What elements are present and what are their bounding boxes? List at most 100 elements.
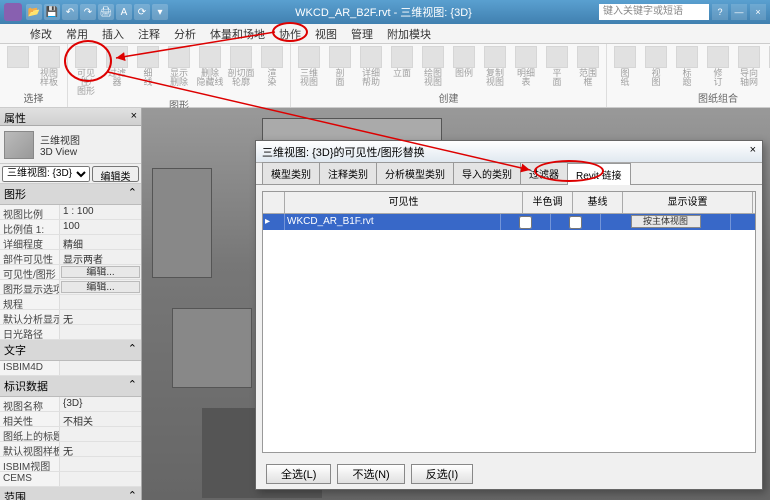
menu-8[interactable]: 管理 bbox=[351, 26, 373, 42]
prop-value[interactable] bbox=[60, 295, 141, 309]
ribbon-tool[interactable]: 可见性/图形 bbox=[72, 46, 100, 96]
prop-value[interactable]: 无 bbox=[60, 310, 141, 324]
dialog-tab[interactable]: 过滤器 bbox=[520, 162, 568, 184]
ribbon-tool[interactable]: 拼接线 bbox=[766, 46, 770, 87]
help-icon[interactable]: ? bbox=[712, 4, 728, 20]
prop-row[interactable]: 图形显示选项编辑... bbox=[0, 280, 141, 295]
prop-value[interactable]: 编辑... bbox=[61, 281, 140, 293]
dialog-tab[interactable]: Revit 链接 bbox=[567, 163, 631, 185]
prop-row[interactable]: 部件可见性显示两者 bbox=[0, 250, 141, 265]
ribbon-tool[interactable]: 明细表 bbox=[512, 46, 540, 87]
dialog-close-icon[interactable]: × bbox=[750, 144, 756, 159]
ribbon-tool[interactable]: 修订 bbox=[704, 46, 732, 87]
prop-value[interactable]: 显示两者 bbox=[60, 250, 141, 264]
prop-row[interactable]: 详细程度精细 bbox=[0, 235, 141, 250]
ribbon-tool[interactable]: 视图样板 bbox=[35, 46, 63, 87]
halftone-checkbox[interactable] bbox=[501, 214, 551, 230]
ribbon-tool[interactable]: 细线 bbox=[134, 46, 162, 87]
prop-value[interactable] bbox=[60, 361, 141, 375]
prop-row[interactable]: 图纸上的标题 bbox=[0, 427, 141, 442]
ribbon-tool[interactable]: 平面 bbox=[543, 46, 571, 87]
ribbon-tool[interactable]: 三维视图 bbox=[295, 46, 323, 87]
close-icon[interactable]: × bbox=[750, 4, 766, 20]
menu-7[interactable]: 视图 bbox=[315, 26, 337, 42]
ribbon-tool[interactable]: 图例 bbox=[450, 46, 478, 78]
menu-1[interactable]: 常用 bbox=[66, 26, 88, 42]
ribbon-tool[interactable]: 视图 bbox=[642, 46, 670, 87]
properties-close-icon[interactable]: × bbox=[131, 110, 137, 123]
qat-sync-icon[interactable]: ⟳ bbox=[134, 4, 150, 20]
prop-row[interactable]: 默认分析显示...无 bbox=[0, 310, 141, 325]
prop-row[interactable]: 比例值 1:100 bbox=[0, 220, 141, 235]
view-selector[interactable]: 三维视图: {3D} bbox=[2, 166, 90, 182]
qat-open-icon[interactable]: 📂 bbox=[26, 4, 42, 20]
qat-redo-icon[interactable]: ↷ bbox=[80, 4, 96, 20]
prop-row[interactable]: ISBIM视图 bbox=[0, 457, 141, 472]
qat-print-icon[interactable]: 🖨 bbox=[98, 4, 114, 20]
prop-value[interactable]: 精细 bbox=[60, 235, 141, 249]
ribbon-tool[interactable]: 图纸 bbox=[611, 46, 639, 87]
ribbon-tool[interactable] bbox=[4, 46, 32, 69]
grid-column-header[interactable]: 显示设置 bbox=[623, 192, 753, 213]
prop-value[interactable] bbox=[60, 457, 141, 471]
ribbon-tool[interactable]: 立面 bbox=[388, 46, 416, 78]
menu-5[interactable]: 体量和场地 bbox=[210, 26, 265, 42]
prop-value[interactable] bbox=[60, 325, 141, 339]
qat-letter-icon[interactable]: A bbox=[116, 4, 132, 20]
menu-2[interactable]: 插入 bbox=[102, 26, 124, 42]
prop-section-header[interactable]: 图形⌃ bbox=[0, 184, 141, 205]
prop-value[interactable]: 1 : 100 bbox=[60, 205, 141, 219]
dialog-tab[interactable]: 分析模型类别 bbox=[376, 162, 454, 184]
ribbon-tool[interactable]: 导向轴网 bbox=[735, 46, 763, 87]
prop-value[interactable]: 不相关 bbox=[60, 412, 141, 426]
app-logo[interactable] bbox=[4, 3, 22, 21]
prop-row[interactable]: 默认视图样板无 bbox=[0, 442, 141, 457]
minimize-icon[interactable]: — bbox=[731, 4, 747, 20]
properties-type-thumb[interactable]: 三维视图 3D View bbox=[0, 126, 141, 164]
prop-row[interactable]: 日光路径 bbox=[0, 325, 141, 340]
qat-undo-icon[interactable]: ↶ bbox=[62, 4, 78, 20]
select-none-button[interactable]: 不选(N) bbox=[337, 464, 404, 484]
prop-row[interactable]: CEMS bbox=[0, 472, 141, 487]
menu-6[interactable]: 协作 bbox=[279, 26, 301, 42]
ribbon-tool[interactable]: 标题 bbox=[673, 46, 701, 87]
prop-value[interactable]: 编辑... bbox=[61, 266, 140, 278]
ribbon-tool[interactable]: 复制视图 bbox=[481, 46, 509, 87]
qat-save-icon[interactable]: 💾 bbox=[44, 4, 60, 20]
dialog-tab[interactable]: 注释类别 bbox=[319, 162, 377, 184]
search-input[interactable]: 键入关键字或短语 bbox=[599, 4, 709, 20]
prop-row[interactable]: 规程 bbox=[0, 295, 141, 310]
select-all-button[interactable]: 全选(L) bbox=[266, 464, 331, 484]
prop-section-header[interactable]: 标识数据⌃ bbox=[0, 376, 141, 397]
prop-row[interactable]: 相关性不相关 bbox=[0, 412, 141, 427]
menu-9[interactable]: 附加模块 bbox=[387, 26, 431, 42]
prop-value[interactable]: 无 bbox=[60, 442, 141, 456]
menu-4[interactable]: 分析 bbox=[174, 26, 196, 42]
prop-value[interactable] bbox=[60, 427, 141, 441]
underlay-checkbox[interactable] bbox=[551, 214, 601, 230]
ribbon-tool[interactable]: 剖切面轮廓 bbox=[227, 46, 255, 87]
prop-row[interactable]: ISBIM4D bbox=[0, 361, 141, 376]
ribbon-tool[interactable]: 绘图视图 bbox=[419, 46, 447, 87]
grid-column-header[interactable]: 半色调 bbox=[523, 192, 573, 213]
prop-value[interactable]: {3D} bbox=[60, 397, 141, 411]
ribbon-tool[interactable]: 显示删除 bbox=[165, 46, 193, 87]
qat-more-icon[interactable]: ▾ bbox=[152, 4, 168, 20]
grid-column-header[interactable]: 可见性 bbox=[285, 192, 523, 213]
ribbon-tool[interactable]: 过滤器 bbox=[103, 46, 131, 87]
prop-row[interactable]: 视图比例1 : 100 bbox=[0, 205, 141, 220]
prop-value[interactable] bbox=[60, 472, 141, 486]
ribbon-tool[interactable]: 详细帮助 bbox=[357, 46, 385, 87]
ribbon-tool[interactable]: 渲染 bbox=[258, 46, 286, 87]
link-row[interactable]: ▸ WKCD_AR_B1F.rvt按主体视图 bbox=[263, 214, 755, 230]
invert-selection-button[interactable]: 反选(I) bbox=[411, 464, 473, 484]
menu-3[interactable]: 注释 bbox=[138, 26, 160, 42]
dialog-tab[interactable]: 导入的类别 bbox=[453, 162, 521, 184]
edit-type-button[interactable]: 编辑类型 bbox=[92, 166, 139, 182]
prop-row[interactable]: 视图名称{3D} bbox=[0, 397, 141, 412]
ribbon-tool[interactable]: 删除隐藏线 bbox=[196, 46, 224, 87]
grid-column-header[interactable]: 基线 bbox=[573, 192, 623, 213]
prop-section-header[interactable]: 范围⌃ bbox=[0, 487, 141, 500]
ribbon-tool[interactable]: 剖面 bbox=[326, 46, 354, 87]
menu-0[interactable]: 修改 bbox=[30, 26, 52, 42]
